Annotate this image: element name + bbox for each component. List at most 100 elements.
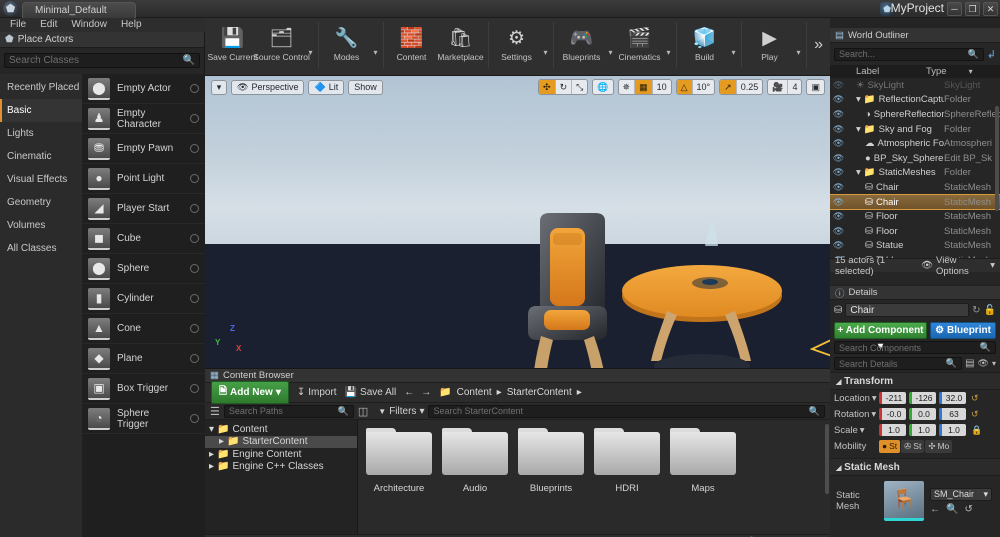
chevron-down-icon[interactable]: ▾ — [860, 425, 865, 436]
outliner-row[interactable]: 👁⛁ChairStaticMesh — [830, 195, 1000, 210]
category-lights[interactable]: Lights — [0, 122, 82, 145]
expand-arrow-icon[interactable]: ▾ — [856, 167, 861, 178]
location-z-input[interactable]: 32.0 — [939, 392, 966, 404]
visibility-eye-icon[interactable]: 👁 — [830, 80, 847, 91]
category-recently-placed[interactable]: Recently Placed — [0, 76, 82, 99]
chevron-down-icon[interactable]: ▾ — [306, 48, 315, 57]
source-tree-item[interactable]: ▸📁StarterContent — [205, 436, 357, 449]
reset-asset-icon[interactable]: ↺ — [964, 504, 972, 515]
location-x-input[interactable]: -211 — [879, 392, 906, 404]
actor-info-icon[interactable] — [190, 174, 199, 183]
outliner-row[interactable]: 👁▾📁Sky and FogFolder — [830, 122, 1000, 137]
visibility-eye-icon[interactable]: 👁 — [830, 197, 847, 208]
asset-item[interactable]: Audio — [442, 428, 508, 494]
reset-icon[interactable]: ↺ — [971, 393, 979, 404]
outliner-search-input[interactable]: Search... 🔍 — [834, 48, 984, 61]
menu-window[interactable]: Window — [65, 18, 113, 32]
lock-icon[interactable]: 🔓 — [984, 305, 996, 316]
chevron-down-icon[interactable]: ▾ — [606, 48, 615, 57]
outliner-row[interactable]: 👁◑SphereReflectionSphereReflec — [830, 107, 1000, 122]
tab-content-browser[interactable]: ▦ Content Browser — [205, 369, 830, 383]
mobility-movable-button[interactable]: ✣ Mo — [925, 440, 952, 453]
view-mode-button[interactable]: 🔷 Lit — [308, 80, 344, 95]
outliner-row[interactable]: 👁☀SkyLightSkyLight — [830, 78, 1000, 93]
scale-snap-icon[interactable]: ↗ — [720, 80, 737, 94]
search-classes-input[interactable]: Search Classes 🔍 — [4, 53, 200, 68]
actor-info-icon[interactable] — [190, 84, 199, 93]
column-chooser-icon[interactable]: ▾ — [969, 67, 973, 76]
translate-gizmo-icon[interactable]: ✣ — [539, 80, 556, 94]
actor-item[interactable]: ◢Player Start — [82, 194, 205, 224]
eye-icon[interactable]: 👁 — [978, 358, 989, 369]
chevron-down-icon[interactable]: ▾ — [872, 393, 877, 404]
column-layout-icon[interactable]: ▤ — [965, 358, 974, 369]
actor-info-icon[interactable] — [190, 264, 199, 273]
scale-x-input[interactable]: 1.0 — [879, 424, 906, 436]
angle-snap-value[interactable]: 10° — [693, 80, 715, 94]
save-all-button[interactable]: 💾 Save All — [345, 387, 397, 398]
breadcrumb-startercontent[interactable]: StarterContent — [507, 387, 572, 398]
refresh-icon[interactable]: ↻ — [972, 305, 980, 316]
source-tree-item[interactable]: ▸📁Engine Content — [205, 448, 357, 461]
static-mesh-selector[interactable]: SM_Chair ▾ — [930, 488, 992, 501]
category-all-classes[interactable]: All Classes — [0, 237, 82, 260]
chevron-down-icon[interactable]: ▾ — [664, 48, 673, 57]
actor-item[interactable]: ●Point Light — [82, 164, 205, 194]
actor-item[interactable]: ▣Box Trigger — [82, 374, 205, 404]
camera-speed-icon[interactable]: 🎥 — [768, 80, 788, 94]
add-component-button[interactable]: + Add Component ▾ — [834, 322, 927, 339]
static-mesh-section-header[interactable]: ◢ Static Mesh — [830, 458, 1000, 476]
rotation-x-input[interactable]: -0.0 — [879, 408, 906, 420]
asset-item[interactable]: Blueprints — [518, 428, 584, 494]
visibility-eye-icon[interactable]: 👁 — [830, 94, 847, 105]
chevron-down-icon[interactable]: ▾ — [871, 409, 876, 420]
reset-icon[interactable]: ↺ — [971, 409, 979, 420]
outliner-row[interactable]: 👁⛁StatueStaticMesh — [830, 239, 1000, 254]
actor-info-icon[interactable] — [190, 414, 199, 423]
rotation-y-input[interactable]: 0.0 — [909, 408, 936, 420]
actor-item[interactable]: ◔Sphere Trigger — [82, 404, 205, 434]
visibility-eye-icon[interactable]: 👁 — [830, 226, 847, 237]
outliner-scrollbar[interactable] — [995, 106, 999, 211]
surface-snap-icon[interactable]: ✵ — [619, 80, 636, 94]
minimize-button[interactable]: ─ — [947, 2, 962, 16]
rotation-label[interactable]: Rotation▾ — [834, 409, 876, 420]
actor-info-icon[interactable] — [190, 114, 199, 123]
visibility-eye-icon[interactable]: 👁 — [830, 255, 847, 258]
visibility-eye-icon[interactable]: 👁 — [830, 240, 847, 251]
menu-file[interactable]: File — [4, 18, 32, 32]
category-geometry[interactable]: Geometry — [0, 191, 82, 214]
column-label-header[interactable]: Label — [830, 66, 926, 77]
outliner-row[interactable]: 👁⛁ChairStaticMesh — [830, 180, 1000, 195]
level-viewport[interactable]: ▾ 👁 Perspective 🔷 Lit Show ✣ ↻ ⤡ 🌐 — [205, 76, 830, 368]
asset-item[interactable]: Architecture — [366, 428, 432, 494]
visibility-eye-icon[interactable]: 👁 — [830, 211, 847, 222]
chevron-down-icon[interactable]: ▾ — [729, 48, 738, 57]
import-button[interactable]: ↧ Import — [297, 387, 337, 398]
outliner-row[interactable]: 👁▾📁ReflectionCaptureAFolder — [830, 93, 1000, 108]
outliner-row[interactable]: 👁⛁TableStaticMesh — [830, 253, 1000, 258]
toolbar-build-button[interactable]: 🧊Build — [680, 22, 729, 62]
expand-arrow-icon[interactable]: ▾ — [209, 424, 214, 435]
world-coords-icon[interactable]: 🌐 — [593, 80, 612, 94]
actor-info-icon[interactable] — [190, 234, 199, 243]
actor-item[interactable]: ⬤Sphere — [82, 254, 205, 284]
chevron-down-icon[interactable]: ▾ — [794, 48, 803, 57]
mobility-stationary-button[interactable]: ✇ St — [901, 440, 924, 453]
tab-details[interactable]: ⓘ Details — [830, 286, 1000, 300]
column-type-header[interactable]: Type — [926, 66, 947, 77]
actor-item[interactable]: ⛃Empty Pawn — [82, 134, 205, 164]
toolbar-save-current-button[interactable]: 💾Save Current — [208, 22, 257, 62]
source-tree-item[interactable]: ▾📁Content — [205, 423, 357, 436]
outliner-row[interactable]: 👁⛁FloorStaticMesh — [830, 209, 1000, 224]
tab-place-actors[interactable]: ⬟ Place Actors — [0, 32, 204, 48]
nav-back-icon[interactable]: ← — [404, 387, 414, 398]
source-tree-item[interactable]: ▸📁Engine C++ Classes — [205, 461, 357, 474]
category-cinematic[interactable]: Cinematic — [0, 145, 82, 168]
actor-item[interactable]: ♟Empty Character — [82, 104, 205, 134]
breadcrumb-content[interactable]: Content — [457, 387, 492, 398]
visibility-eye-icon[interactable]: 👁 — [830, 109, 847, 120]
maximize-viewport-icon[interactable]: ▣ — [807, 80, 824, 94]
level-tab-minimal-default[interactable]: Minimal_Default — [22, 2, 136, 18]
actor-item[interactable]: ◼Cube — [82, 224, 205, 254]
